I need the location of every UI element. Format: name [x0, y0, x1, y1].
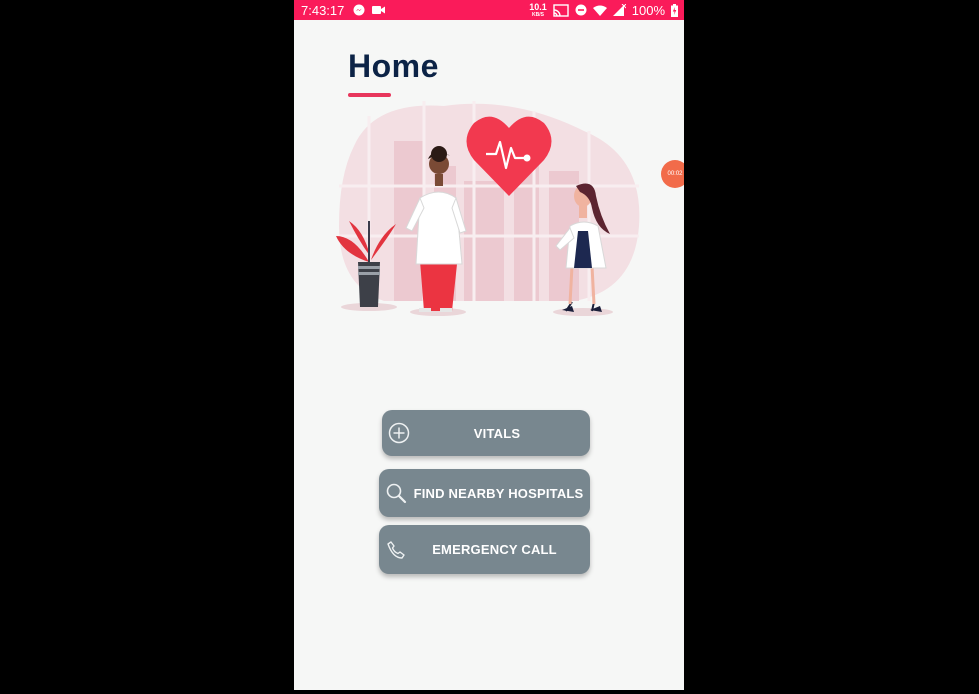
video-camera-icon — [372, 6, 386, 14]
find-nearby-hospitals-button[interactable]: FIND NEARBY HOSPITALS — [379, 469, 590, 517]
phone-icon — [387, 540, 405, 559]
vitals-button[interactable]: VITALS — [382, 410, 590, 456]
plus-circle-icon — [388, 422, 410, 444]
messenger-icon — [353, 4, 365, 16]
status-bar: 7:43:17 10.1 KB/S 100% — [294, 0, 684, 20]
do-not-disturb-icon — [575, 4, 587, 16]
status-time: 7:43:17 — [301, 2, 345, 18]
recording-timer-badge[interactable]: 00:02 — [661, 160, 684, 188]
battery-charging-icon — [671, 3, 678, 17]
page-title: Home — [348, 48, 439, 84]
wifi-icon — [592, 5, 607, 16]
network-speed: 10.1 KB/S — [529, 1, 547, 18]
battery-percent: 100% — [631, 2, 665, 18]
emergency-call-button[interactable]: EMERGENCY CALL — [379, 525, 590, 574]
emergency-call-label: EMERGENCY CALL — [432, 542, 557, 557]
vitals-button-label: VITALS — [473, 425, 521, 441]
find-nearby-hospitals-label: FIND NEARBY HOSPITALS — [413, 485, 584, 501]
search-icon — [386, 483, 407, 504]
phone-screen: 7:43:17 10.1 KB/S 100% Home 00:02 VITALS… — [294, 0, 684, 690]
cast-icon — [553, 3, 569, 17]
doctors-heart-illustration — [336, 101, 640, 316]
cell-signal-icon — [612, 4, 626, 16]
